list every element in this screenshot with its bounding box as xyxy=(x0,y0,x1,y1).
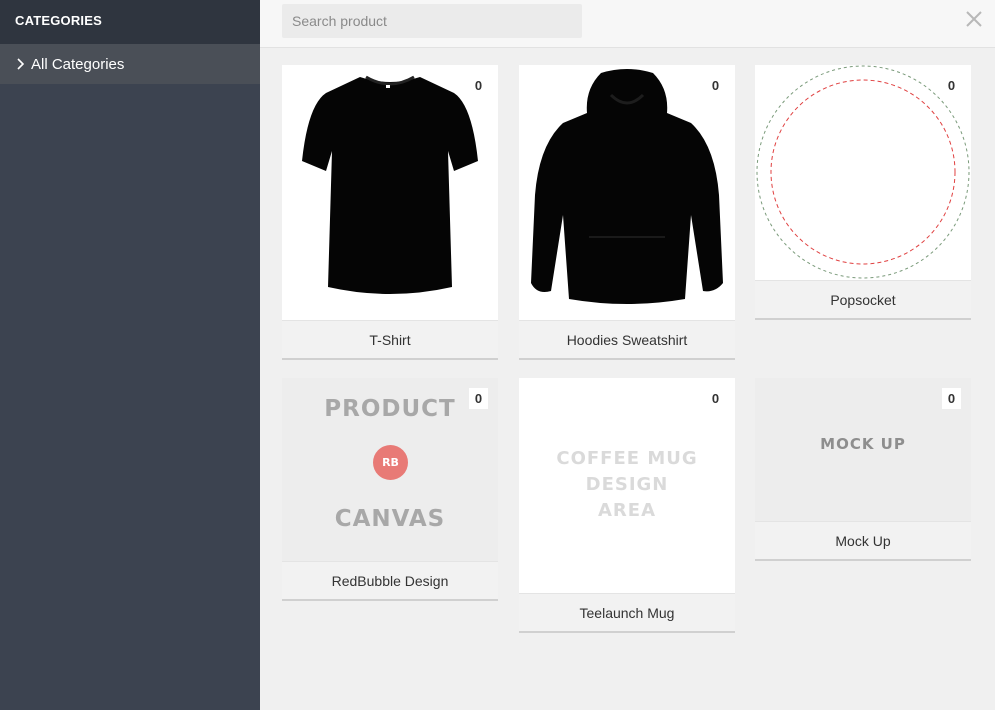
product-card-tshirt[interactable]: 0 T-Shirt xyxy=(282,65,498,358)
product-thumbnail: 0 xyxy=(282,65,498,320)
quantity-badge: 0 xyxy=(942,75,961,96)
product-name: Hoodies Sweatshirt xyxy=(519,320,735,358)
hoodie-image xyxy=(531,69,723,304)
topbar xyxy=(260,0,995,48)
product-name: Mock Up xyxy=(755,521,971,559)
product-card-mockup[interactable]: MOCK UP 0 Mock Up xyxy=(755,378,971,559)
quantity-badge: 0 xyxy=(469,75,488,96)
quantity-badge: 0 xyxy=(706,388,725,409)
artwork-text: DESIGN xyxy=(585,474,669,495)
redbubble-logo: RB xyxy=(373,445,408,480)
product-thumbnail: 0 xyxy=(755,65,971,280)
product-card-redbubble[interactable]: PRODUCT RB CANVAS 0 RedBubble Design xyxy=(282,378,498,599)
product-thumbnail: MOCK UP 0 xyxy=(755,378,971,521)
product-card-mug[interactable]: COFFEE MUG DESIGN AREA 0 Teelaunch Mug xyxy=(519,378,735,631)
quantity-badge: 0 xyxy=(706,75,725,96)
product-thumbnail: 0 xyxy=(519,65,735,320)
product-thumbnail: COFFEE MUG DESIGN AREA 0 xyxy=(519,378,735,593)
sidebar-item-label: All Categories xyxy=(31,56,125,73)
product-name: RedBubble Design xyxy=(282,561,498,599)
artwork-text: COFFEE MUG xyxy=(556,448,698,469)
tshirt-image xyxy=(302,75,478,294)
product-name: Teelaunch Mug xyxy=(519,593,735,631)
quantity-badge: 0 xyxy=(942,388,961,409)
sidebar-item-all-categories[interactable]: All Categories xyxy=(0,44,260,84)
sidebar-title: CATEGORIES xyxy=(0,0,260,44)
product-card-popsocket[interactable]: 0 Popsocket xyxy=(755,65,971,318)
artwork-text: CANVAS xyxy=(334,506,446,532)
product-name: T-Shirt xyxy=(282,320,498,358)
product-name: Popsocket xyxy=(755,280,971,318)
artwork-text: MOCK UP xyxy=(820,435,906,453)
artwork-text: PRODUCT xyxy=(324,396,456,422)
product-card-hoodie[interactable]: 0 Hoodies Sweatshirt xyxy=(519,65,735,358)
search-input[interactable] xyxy=(282,4,582,38)
quantity-badge: 0 xyxy=(469,388,488,409)
artwork-text: AREA xyxy=(597,500,657,521)
product-thumbnail: PRODUCT RB CANVAS 0 xyxy=(282,378,498,561)
logo-text: RB xyxy=(382,456,399,469)
app: CATEGORIES All Categories 0 T-Shirt xyxy=(0,0,995,710)
sidebar: CATEGORIES All Categories xyxy=(0,0,260,710)
popsocket-image xyxy=(756,65,970,279)
close-icon[interactable] xyxy=(965,10,983,28)
chevron-right-icon xyxy=(17,58,25,70)
